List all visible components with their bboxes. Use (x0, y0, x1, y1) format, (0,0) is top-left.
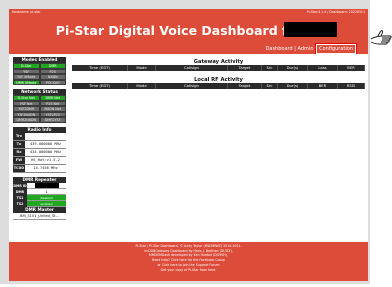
configuration-link[interactable]: Configuration (315, 43, 357, 55)
mode-cell-7: POCSAG (39, 79, 66, 85)
radio-row: Tx 439.000000 MHz (13, 140, 66, 149)
gateway-col-2: Callsign (156, 65, 228, 71)
modes-grid: D-Star DMR YSF P25 YSF XMode NXDN DMR XMode POC… (13, 63, 66, 85)
radio-value: 434.000000 MHz (25, 148, 66, 156)
local-rf-col-0: Time (EDT) (72, 83, 128, 89)
network-panel: Network Status D-Star Net DMR Net YSF Net P… (13, 89, 66, 123)
gateway-col-6: Loss (308, 65, 338, 71)
radio-value: 439.000000 MHz (25, 140, 66, 148)
footer: Pi-Star / Pi-Star Dashboard, © Andy Tayl… (9, 242, 368, 281)
radio-value: HS_Hat:v1.5.2 (25, 156, 66, 164)
redacted-callsign (284, 22, 337, 37)
radio-key: Trx (13, 132, 25, 140)
gateway-col-0: Time (EDT) (72, 65, 128, 71)
gateway-col-3: Target (228, 65, 262, 71)
version-text: Pi-Star:4.1.4 / Dashboard: 20220311 (306, 10, 365, 14)
radio-row: Rx 434.000000 MHz (13, 148, 66, 157)
radio-panel: Radio Info Trx Tx 439.000000 MHz Rx 434.0000… (13, 126, 66, 173)
admin-link[interactable]: Admin (298, 46, 314, 52)
radio-row: FW HS_Hat:v1.5.2 (13, 156, 66, 165)
gateway-col-4: Src (262, 65, 278, 71)
ts2-key: TS2 (13, 200, 27, 207)
local-rf-col-7: RSSI (338, 83, 365, 89)
hostname-text: Hostname: pi-star (12, 10, 41, 14)
radio-key: TCXO (13, 164, 25, 172)
mode-cell-6: DMR XMode (13, 79, 40, 85)
gateway-col-7: BER (338, 65, 365, 71)
radio-value (25, 132, 66, 140)
dmr-master-value: BM_3101_United_St... (13, 212, 66, 220)
header-banner: Pi-Star Digital Voice Dashboard for Dash… (9, 16, 368, 55)
pointing-hand-icon (370, 30, 392, 45)
radio-key: Tx (13, 140, 25, 148)
gateway-table-header: Time (EDT) Mode Callsign Target Src Dur(s) Los… (72, 65, 365, 71)
status-sidebar: Modes Enabled D-Star DMR YSF P25 YSF XMode NX… (13, 57, 66, 224)
network-cell-9: DMR2YSF (39, 117, 66, 123)
repeater-panel: DMR Repeater DMR ID DMR CC 1 TS1 disable… (13, 176, 66, 220)
nav-separator: | (294, 46, 296, 52)
redacted-dmr-id (34, 183, 59, 188)
local-rf-table-header: Time (EDT) Mode Callsign Target Src Dur(s) BER… (72, 83, 365, 89)
footer-text: Pi-Star / Pi-Star Dashboard, © Andy Tayl… (9, 242, 368, 272)
main-content: Modes Enabled D-Star DMR YSF P25 YSF XMode NX… (9, 54, 368, 242)
network-cell-8: DMR2NXDN (13, 117, 40, 123)
local-rf-col-2: Callsign (156, 83, 228, 89)
radio-key: Rx (13, 148, 25, 156)
radio-key: FW (13, 156, 25, 164)
local-rf-col-4: Src (262, 83, 278, 89)
top-info-strip: Hostname: pi-star Pi-Star:4.1.4 / Dashbo… (9, 9, 368, 16)
radio-value: 14.7456 MHz (25, 164, 66, 172)
radio-row: TCXO 14.7456 MHz (13, 164, 66, 173)
radio-rows: Trx Tx 439.000000 MHz Rx 434.000000 MHz FW HS_… (13, 132, 66, 173)
gateway-col-5: Dur(s) (278, 65, 308, 71)
dashboard-link[interactable]: Dashboard (266, 46, 293, 52)
network-grid: D-Star Net DMR Net YSF Net P25 Net YSF2DMR NX… (13, 95, 66, 123)
radio-row: Trx (13, 132, 66, 141)
local-rf-col-6: BER (308, 83, 338, 89)
footer-line: Get your copy of Pi-Star from here. (160, 267, 217, 272)
local-rf-col-5: Dur(s) (278, 83, 308, 89)
modes-panel: Modes Enabled D-Star DMR YSF P25 YSF XMode NX… (13, 57, 66, 85)
local-rf-col-3: Target (228, 83, 262, 89)
gateway-col-1: Mode (128, 65, 156, 71)
ts2-row: TS2 enabled (13, 200, 66, 207)
top-nav: Dashboard | Admin Configuration (266, 43, 357, 55)
local-rf-col-1: Mode (128, 83, 156, 89)
ts2-value: enabled (27, 200, 66, 207)
activity-area: Gateway Activity Time (EDT) Mode Callsign T… (72, 59, 365, 89)
